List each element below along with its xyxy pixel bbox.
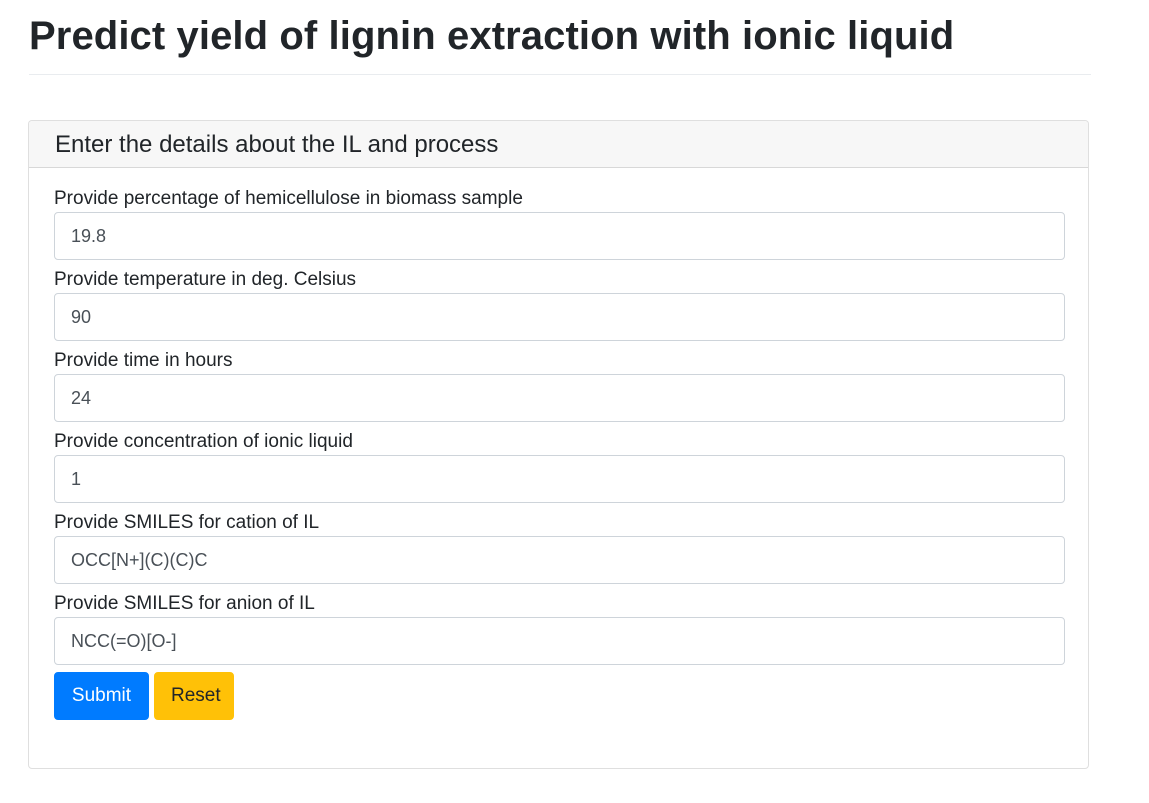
card-body: Provide percentage of hemicellulose in b… (29, 168, 1088, 720)
cation-smiles-label: Provide SMILES for cation of IL (54, 512, 320, 533)
temperature-label: Provide temperature in deg. Celsius (54, 269, 357, 290)
title-divider (29, 74, 1091, 75)
form-group-anion: Provide SMILES for anion of IL (54, 591, 1065, 665)
form-group-cation: Provide SMILES for cation of IL (54, 510, 1065, 584)
details-card: Enter the details about the IL and proce… (28, 120, 1089, 769)
submit-button[interactable]: Submit (54, 672, 149, 720)
hemicellulose-label: Provide percentage of hemicellulose in b… (54, 188, 523, 209)
card-title: Enter the details about the IL and proce… (55, 131, 499, 158)
time-label: Provide time in hours (54, 350, 233, 371)
page: Predict yield of lignin extraction with … (0, 0, 1149, 803)
form-buttons: Submit Reset (54, 672, 1063, 720)
form-group-hemicellulose: Provide percentage of hemicellulose in b… (54, 186, 1065, 260)
anion-smiles-label: Provide SMILES for anion of IL (54, 593, 315, 614)
cation-smiles-input[interactable] (54, 536, 1065, 584)
concentration-label: Provide concentration of ionic liquid (54, 431, 353, 452)
temperature-input[interactable] (54, 293, 1065, 341)
form-group-concentration: Provide concentration of ionic liquid (54, 429, 1065, 503)
form-group-temperature: Provide temperature in deg. Celsius (54, 267, 1065, 341)
card-header: Enter the details about the IL and proce… (29, 121, 1088, 168)
reset-button[interactable]: Reset (154, 672, 234, 720)
time-input[interactable] (54, 374, 1065, 422)
form-group-time: Provide time in hours (54, 348, 1065, 422)
concentration-input[interactable] (54, 455, 1065, 503)
anion-smiles-input[interactable] (54, 617, 1065, 665)
hemicellulose-input[interactable] (54, 212, 1065, 260)
page-title: Predict yield of lignin extraction with … (29, 14, 955, 58)
prediction-form: Provide percentage of hemicellulose in b… (54, 186, 1065, 720)
